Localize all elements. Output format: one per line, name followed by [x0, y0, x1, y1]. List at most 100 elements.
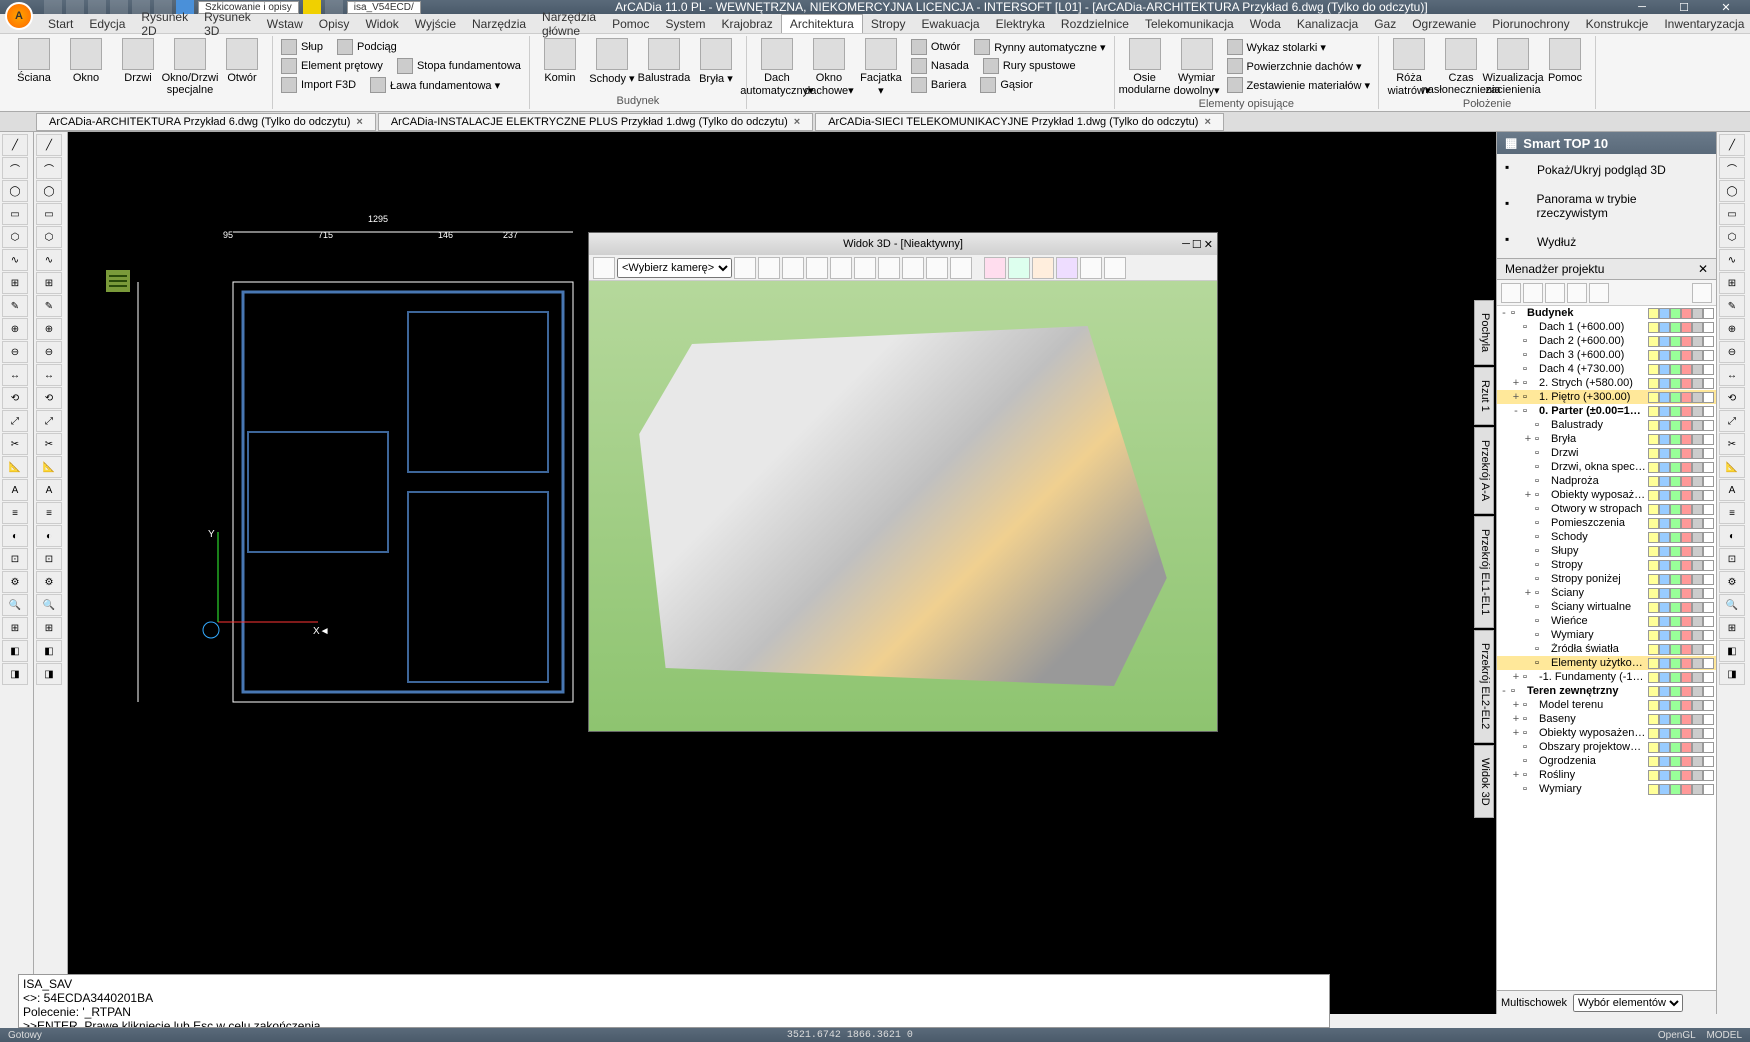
tool-button[interactable]: ◧ — [2, 640, 28, 662]
proj-tool-icon[interactable] — [1501, 283, 1521, 303]
layer-toggle-icon[interactable] — [1670, 588, 1681, 599]
tool-button[interactable]: ⊞ — [1719, 617, 1745, 639]
layer-toggle-icon[interactable] — [1648, 462, 1659, 473]
layer-toggle-icon[interactable] — [1692, 672, 1703, 683]
tool-button[interactable]: ⊞ — [2, 272, 28, 294]
layer-toggle-icon[interactable] — [1659, 308, 1670, 319]
layer-toggle-icon[interactable] — [1703, 714, 1714, 725]
layer-toggle-icon[interactable] — [1648, 434, 1659, 445]
layer-toggle-icon[interactable] — [1703, 728, 1714, 739]
tab-close-icon[interactable]: × — [794, 116, 800, 128]
ribbon-button[interactable]: Rynny automatyczne ▾ — [972, 38, 1107, 56]
layer-toggle-icon[interactable] — [1692, 420, 1703, 431]
tool-button[interactable]: ⊕ — [1719, 318, 1745, 340]
layer-toggle-icon[interactable] — [1681, 434, 1692, 445]
proj-tool-icon[interactable] — [1523, 283, 1543, 303]
layer-toggle-icon[interactable] — [1692, 658, 1703, 669]
qat-open-icon[interactable] — [66, 0, 84, 14]
tool-button[interactable]: ◯ — [2, 180, 28, 202]
tree-item[interactable]: ▫Dach 3 (+600.00) — [1497, 348, 1716, 362]
layer-toggle-icon[interactable] — [1692, 406, 1703, 417]
layer-toggle-icon[interactable] — [1703, 406, 1714, 417]
layer-toggle-icon[interactable] — [1681, 336, 1692, 347]
layer-toggle-icon[interactable] — [1703, 392, 1714, 403]
layer-toggle-icon[interactable] — [1670, 686, 1681, 697]
view3d-walk-icon[interactable] — [854, 257, 876, 279]
ribbon-button[interactable]: Drzwi — [114, 38, 162, 84]
tool-button[interactable]: ⚙ — [1719, 571, 1745, 593]
qat-new-icon[interactable] — [44, 0, 62, 14]
layer-toggle-icon[interactable] — [1692, 308, 1703, 319]
ribbon-button[interactable]: Słup — [279, 38, 325, 56]
smart-top10-header[interactable]: ▦ Smart TOP 10 — [1497, 132, 1716, 154]
ribbon-button[interactable]: Zestawienie materiałów ▾ — [1225, 76, 1373, 94]
ribbon-button[interactable]: Rury spustowe — [981, 57, 1078, 75]
layer-toggle-icon[interactable] — [1692, 378, 1703, 389]
layer-toggle-icon[interactable] — [1659, 700, 1670, 711]
layer-toggle-icon[interactable] — [1703, 518, 1714, 529]
layer-toggle-icon[interactable] — [1681, 770, 1692, 781]
tree-item[interactable]: -▫Budynek — [1497, 306, 1716, 320]
tool-button[interactable]: ⊞ — [2, 617, 28, 639]
tree-expand-icon[interactable]: + — [1511, 769, 1521, 781]
view3d-minimize-icon[interactable]: ─ — [1182, 238, 1190, 251]
layer-toggle-icon[interactable] — [1670, 350, 1681, 361]
close-button[interactable]: ✕ — [1706, 0, 1746, 14]
qat-tool-icon[interactable] — [325, 0, 343, 14]
layer-toggle-icon[interactable] — [1692, 448, 1703, 459]
tool-button[interactable]: ▭ — [1719, 203, 1745, 225]
layer-toggle-icon[interactable] — [1659, 350, 1670, 361]
layer-toggle-icon[interactable] — [1648, 616, 1659, 627]
layer-toggle-icon[interactable] — [1681, 420, 1692, 431]
layer-toggle-icon[interactable] — [1659, 588, 1670, 599]
layer-toggle-icon[interactable] — [1681, 448, 1692, 459]
document-tab[interactable]: ArCADia-ARCHITEKTURA Przykład 6.dwg (Tyl… — [36, 113, 376, 131]
layer-toggle-icon[interactable] — [1692, 630, 1703, 641]
layer-toggle-icon[interactable] — [1692, 728, 1703, 739]
tool-button[interactable]: ≡ — [1719, 502, 1745, 524]
tree-item[interactable]: ▫Balustrady — [1497, 418, 1716, 432]
layer-toggle-icon[interactable] — [1681, 378, 1692, 389]
ribbon-tab[interactable]: Kanalizacja — [1289, 15, 1366, 33]
tool-button[interactable]: ↔ — [2, 364, 28, 386]
ribbon-tab[interactable]: Krajobraz — [713, 15, 780, 33]
layer-toggle-icon[interactable] — [1648, 588, 1659, 599]
layer-toggle-icon[interactable] — [1681, 546, 1692, 557]
layer-toggle-icon[interactable] — [1670, 476, 1681, 487]
layer-toggle-icon[interactable] — [1703, 630, 1714, 641]
layer-toggle-icon[interactable] — [1703, 672, 1714, 683]
layer-toggle-icon[interactable] — [1692, 574, 1703, 585]
layer-toggle-icon[interactable] — [1692, 350, 1703, 361]
ribbon-button[interactable]: Gąsior — [978, 76, 1034, 94]
view3d-pan-icon[interactable] — [806, 257, 828, 279]
proj-filter-icon[interactable] — [1692, 283, 1712, 303]
layer-toggle-icon[interactable] — [1648, 448, 1659, 459]
layer-toggle-icon[interactable] — [1670, 434, 1681, 445]
tree-item[interactable]: ▫Stropy — [1497, 558, 1716, 572]
tool-button[interactable]: ↔ — [36, 364, 62, 386]
layer-toggle-icon[interactable] — [1681, 560, 1692, 571]
layer-toggle-icon[interactable] — [1681, 462, 1692, 473]
layer-toggle-icon[interactable] — [1659, 476, 1670, 487]
layer-toggle-icon[interactable] — [1659, 504, 1670, 515]
side-view-tab[interactable]: Widok 3D — [1474, 745, 1494, 819]
layer-toggle-icon[interactable] — [1659, 742, 1670, 753]
tree-item[interactable]: +▫Ściany — [1497, 586, 1716, 600]
tool-button[interactable]: ⬡ — [1719, 226, 1745, 248]
tree-item[interactable]: ▫Dach 1 (+600.00) — [1497, 320, 1716, 334]
layer-toggle-icon[interactable] — [1648, 420, 1659, 431]
ribbon-button[interactable]: Czas nasłonecznienia — [1437, 38, 1485, 96]
layer-toggle-icon[interactable] — [1703, 364, 1714, 375]
tool-button[interactable]: ⊞ — [36, 272, 62, 294]
ribbon-button[interactable]: Osie modularne — [1121, 38, 1169, 96]
tool-button[interactable]: ⊞ — [1719, 272, 1745, 294]
tool-button[interactable]: 📐 — [1719, 456, 1745, 478]
tool-button[interactable]: ╱ — [36, 134, 62, 156]
layer-toggle-icon[interactable] — [1659, 462, 1670, 473]
view3d-settings-icon[interactable] — [1104, 257, 1126, 279]
tree-item[interactable]: ▫Dach 4 (+730.00) — [1497, 362, 1716, 376]
layer-toggle-icon[interactable] — [1659, 784, 1670, 795]
layer-toggle-icon[interactable] — [1648, 546, 1659, 557]
tree-item[interactable]: +▫1. Piętro (+300.00) — [1497, 390, 1716, 404]
ribbon-tab[interactable]: Narzędzia główne — [534, 8, 604, 40]
